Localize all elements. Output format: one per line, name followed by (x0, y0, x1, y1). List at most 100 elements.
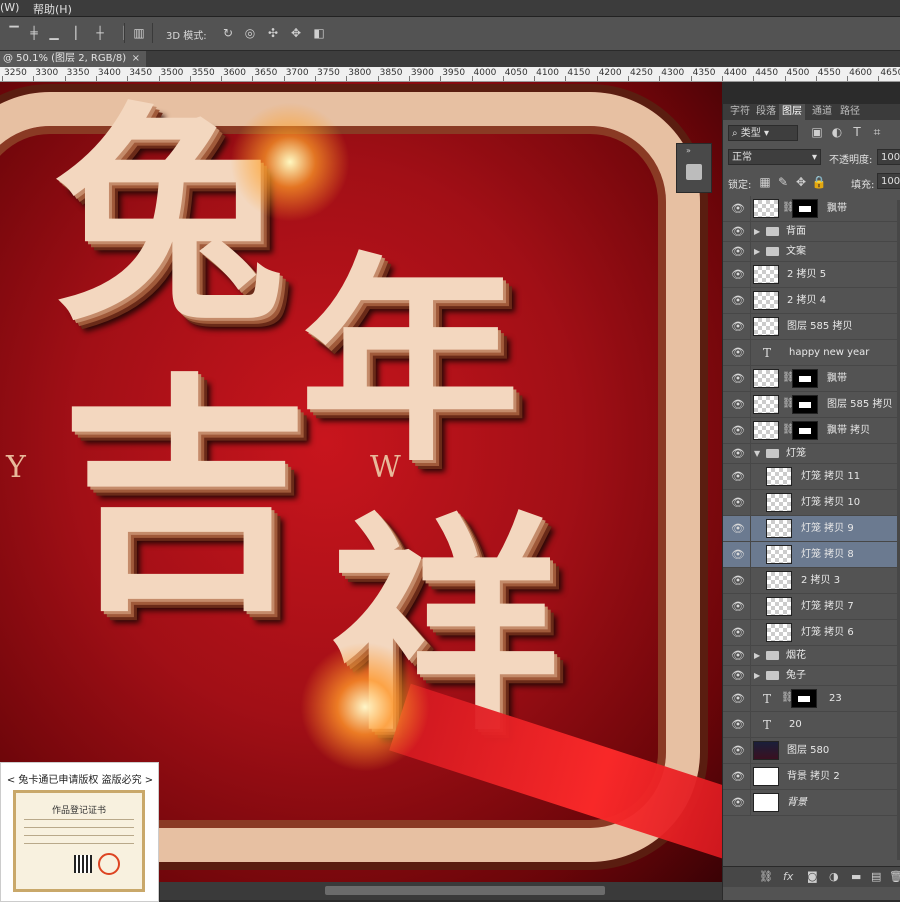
layer-row[interactable]: 👁 背景 (723, 790, 900, 816)
visibility-eye-icon[interactable]: 👁 (731, 425, 745, 437)
layer-row[interactable]: 👁 ⛓ 飘带 拷贝 (723, 418, 900, 444)
layer-thumbnail[interactable] (766, 467, 792, 486)
expand-icon[interactable]: » (686, 146, 691, 155)
tab-paragraph[interactable]: 段落 (753, 104, 779, 120)
add-mask-icon[interactable]: ◙ (807, 870, 818, 883)
layer-row[interactable]: 👁 ▶ 兔子 (723, 666, 900, 686)
expand-arrow-icon[interactable]: ▶ (754, 242, 760, 262)
expand-arrow-icon[interactable]: ▶ (754, 222, 760, 242)
fx-icon[interactable]: fx (783, 870, 793, 883)
visibility-eye-icon[interactable]: 👁 (731, 523, 745, 535)
layer-thumbnail[interactable] (753, 369, 779, 388)
layer-thumbnail[interactable] (753, 199, 779, 218)
visibility-eye-icon[interactable]: 👁 (731, 399, 745, 411)
opacity-field[interactable]: 100% (877, 149, 900, 165)
layer-row[interactable]: 👁 图层 580 (723, 738, 900, 764)
layer-row[interactable]: 👁 T 20 (723, 712, 900, 738)
layer-row[interactable]: 👁 ⛓ 图层 585 拷贝 (723, 392, 900, 418)
layer-row[interactable]: 👁 灯笼 拷贝 9 (723, 516, 900, 542)
delete-layer-icon[interactable]: 🗑 (889, 870, 900, 883)
align-bottom-icon[interactable]: ▁ (46, 25, 62, 41)
visibility-eye-icon[interactable]: 👁 (731, 448, 745, 460)
visibility-eye-icon[interactable]: 👁 (731, 601, 745, 613)
tab-paths[interactable]: 路径 (837, 104, 863, 120)
tab-channels[interactable]: 通道 (809, 104, 835, 120)
visibility-eye-icon[interactable]: 👁 (731, 497, 745, 509)
layer-row[interactable]: 👁 灯笼 拷贝 8 (723, 542, 900, 568)
layer-row[interactable]: 👁 灯笼 拷贝 10 (723, 490, 900, 516)
layer-row[interactable]: 👁 ▶ 文案 (723, 242, 900, 262)
layer-thumbnail[interactable] (753, 767, 779, 786)
blend-mode-select[interactable]: 正常 ▾ (728, 149, 821, 165)
distribute-icon[interactable]: ▥ (131, 25, 147, 41)
filter-shape-icon[interactable]: ⌗ (869, 124, 885, 140)
layer-row[interactable]: 👁 背景 拷贝 2 (723, 764, 900, 790)
align-vcenter-icon[interactable]: ╪ (26, 25, 42, 41)
tab-character[interactable]: 字符 (727, 104, 753, 120)
visibility-eye-icon[interactable]: 👁 (731, 670, 745, 682)
layer-row[interactable]: 👁 Thappy new year (723, 340, 900, 366)
adjustment-icon[interactable]: ◑ (829, 870, 839, 883)
layer-thumbnail[interactable] (753, 395, 779, 414)
visibility-eye-icon[interactable]: 👁 (731, 650, 745, 662)
layer-thumbnail[interactable] (753, 265, 779, 284)
layer-thumbnail[interactable] (753, 421, 779, 440)
visibility-eye-icon[interactable]: 👁 (731, 797, 745, 809)
new-group-icon[interactable]: ▬ (851, 870, 861, 883)
layer-thumbnail[interactable] (766, 597, 792, 616)
document-tab[interactable]: @ 50.1% (图层 2, RGB/8) × (0, 51, 146, 67)
layer-thumbnail[interactable] (753, 741, 779, 760)
layer-thumbnail[interactable] (753, 291, 779, 310)
align-top-icon[interactable]: ▔ (6, 25, 22, 41)
lock-paint-icon[interactable]: ✎ (775, 174, 791, 190)
visibility-eye-icon[interactable]: 👁 (731, 373, 745, 385)
lock-move-icon[interactable]: ✥ (793, 174, 809, 190)
visibility-eye-icon[interactable]: 👁 (731, 771, 745, 783)
close-icon[interactable]: × (132, 51, 140, 67)
visibility-eye-icon[interactable]: 👁 (731, 203, 745, 215)
align-hcenter-icon[interactable]: ┼ (92, 25, 108, 41)
filter-text-icon[interactable]: T (849, 124, 865, 140)
layer-mask-thumbnail[interactable] (792, 421, 818, 440)
layer-filter-select[interactable]: ⌕ 类型 ▾ (728, 125, 798, 141)
layer-thumbnail[interactable] (766, 623, 792, 642)
layer-thumbnail[interactable] (766, 493, 792, 512)
align-right-icon[interactable]: ▕ (112, 25, 128, 41)
new-layer-icon[interactable]: ▤ (871, 870, 881, 883)
visibility-eye-icon[interactable]: 👁 (731, 347, 745, 359)
visibility-eye-icon[interactable]: 👁 (731, 627, 745, 639)
menu-help[interactable]: 帮助(H) (33, 1, 72, 17)
visibility-eye-icon[interactable]: 👁 (731, 549, 745, 561)
properties-icon[interactable] (686, 164, 702, 180)
layer-row[interactable]: 👁 ⛓ 飘带 (723, 366, 900, 392)
lock-transparent-icon[interactable]: ▦ (757, 174, 773, 190)
visibility-eye-icon[interactable]: 👁 (731, 226, 745, 238)
3d-drag-icon[interactable]: ✣ (265, 25, 281, 41)
layer-row[interactable]: 👁 T ⛓ 23 (723, 686, 900, 712)
3d-camera-icon[interactable]: ◧ (311, 25, 327, 41)
layer-row[interactable]: 👁 2 拷贝 4 (723, 288, 900, 314)
horizontal-scrollbar[interactable] (160, 882, 722, 900)
collapse-arrow-icon[interactable]: ▼ (754, 444, 760, 464)
3d-slide-icon[interactable]: ✥ (288, 25, 304, 41)
visibility-eye-icon[interactable]: 👁 (731, 575, 745, 587)
menu-window[interactable]: (W) (0, 1, 19, 14)
layer-row[interactable]: 👁 灯笼 拷贝 6 (723, 620, 900, 646)
collapsed-panel[interactable]: » (676, 143, 712, 193)
layer-row[interactable]: 👁 ⛓ 飘带 (723, 196, 900, 222)
layer-thumbnail[interactable] (753, 317, 779, 336)
layer-thumbnail[interactable] (766, 571, 792, 590)
link-layers-icon[interactable]: ⛓ (759, 870, 773, 883)
visibility-eye-icon[interactable]: 👁 (731, 321, 745, 333)
layer-mask-thumbnail[interactable] (792, 369, 818, 388)
fill-field[interactable]: 100% (877, 173, 900, 189)
visibility-eye-icon[interactable]: 👁 (731, 246, 745, 258)
visibility-eye-icon[interactable]: 👁 (731, 471, 745, 483)
3d-rotate-icon[interactable]: ↻ (220, 25, 236, 41)
layer-row[interactable]: 👁 ▶ 烟花 (723, 646, 900, 666)
layer-row[interactable]: 👁 灯笼 拷贝 7 (723, 594, 900, 620)
layer-row[interactable]: 👁 图层 585 拷贝 (723, 314, 900, 340)
lock-all-icon[interactable]: 🔒 (811, 174, 827, 190)
layer-row[interactable]: 👁 2 拷贝 3 (723, 568, 900, 594)
layer-thumbnail[interactable] (753, 793, 779, 812)
